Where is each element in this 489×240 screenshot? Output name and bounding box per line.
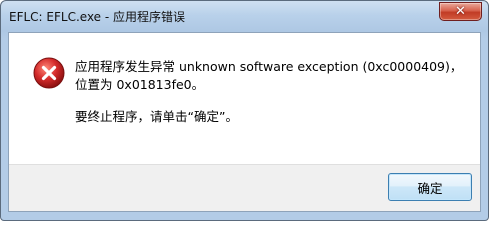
window-title: EFLC: EFLC.exe - 应用程序错误 xyxy=(9,10,186,24)
dialog-content: 应用程序发生异常 unknown software exception (0xc… xyxy=(8,32,481,212)
error-message-line1: 应用程序发生异常 unknown software exception (0xc… xyxy=(75,59,463,92)
close-button[interactable]: ✕ xyxy=(439,2,482,21)
button-bar: 确定 xyxy=(9,164,480,211)
error-icon xyxy=(33,57,65,89)
error-message-line2: 要终止程序，请单击“确定”。 xyxy=(75,109,238,124)
message-area: 应用程序发生异常 unknown software exception (0xc… xyxy=(9,33,480,166)
error-dialog-window: EFLC: EFLC.exe - 应用程序错误 ✕ 应用程序发生异常 unkno… xyxy=(0,0,489,221)
error-message: 应用程序发生异常 unknown software exception (0xc… xyxy=(75,58,467,126)
ok-button[interactable]: 确定 xyxy=(388,173,472,201)
title-bar[interactable]: EFLC: EFLC.exe - 应用程序错误 ✕ xyxy=(1,1,488,31)
close-icon: ✕ xyxy=(455,4,466,19)
